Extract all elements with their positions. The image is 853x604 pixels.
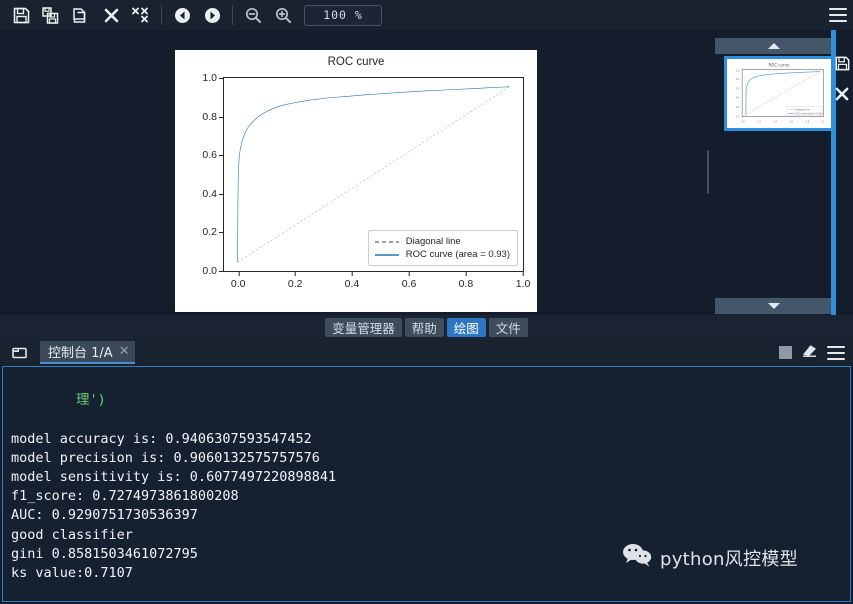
thumbnail-list: ROC curve 0.0 0.2 0.4 0.6 0.8 1.0 0.0 0.… — [715, 56, 834, 296]
y-tick-1: 0.2 — [202, 226, 223, 239]
chart-axes: 0.0 0.2 0.4 0.6 0.8 1.0 0.0 0.2 0.4 0.6 … — [202, 72, 530, 290]
console-line-0-text: 理') — [76, 392, 106, 409]
console-line-4: f1_score: 0.7274973861800208 — [11, 488, 239, 505]
chart-legend: Diagonal line ROC curve (area = 0.93) — [367, 230, 518, 266]
console-options-menu-icon[interactable] — [827, 345, 845, 360]
next-icon[interactable] — [197, 2, 227, 28]
browse-tabs-icon[interactable] — [6, 342, 32, 364]
console-header: 控制台 1/A ✕ — [0, 339, 853, 366]
y-tick-0: 0.0 — [202, 265, 223, 277]
thumbnail-preview-image: ROC curve 0.0 0.2 0.4 0.6 0.8 1.0 0.0 0.… — [727, 59, 831, 128]
console-tab-close-icon[interactable]: ✕ — [119, 344, 130, 359]
svg-text:Diagonal line: Diagonal line — [796, 109, 811, 112]
y-tick-2: 0.4 — [202, 187, 223, 200]
plot-side-actions — [831, 30, 853, 315]
copy-icon[interactable] — [66, 2, 96, 28]
save-icon[interactable] — [6, 2, 36, 28]
legend-key-solid — [374, 250, 400, 260]
legend-key-dashed — [374, 237, 400, 247]
tab-help[interactable]: 帮助 — [404, 317, 444, 337]
plots-toolbar: 100 % — [0, 0, 853, 30]
plots-options-menu-icon[interactable] — [829, 8, 847, 22]
console-line-5: AUC: 0.9290751730536397 — [11, 507, 198, 524]
chart-title: ROC curve — [327, 56, 385, 68]
stop-icon[interactable] — [779, 346, 792, 359]
svg-text:0.2: 0.2 — [757, 120, 761, 123]
thumbnail-scroll-up-button[interactable] — [715, 38, 833, 54]
zoom-in-icon[interactable] — [268, 2, 298, 28]
svg-text:1.0: 1.0 — [821, 120, 825, 123]
console-header-actions — [779, 343, 853, 363]
svg-text:0.8: 0.8 — [736, 78, 740, 81]
console-line-2: model precision is: 0.9060132575757576 — [11, 449, 320, 466]
legend-label-diagonal: Diagonal line — [405, 236, 461, 247]
close-plot-icon[interactable] — [833, 85, 851, 103]
y-tick-4: 0.8 — [202, 110, 223, 123]
wechat-icon — [622, 543, 652, 572]
y-tick-3: 0.6 — [202, 149, 223, 162]
chevron-down-icon — [768, 303, 780, 309]
tab-plots[interactable]: 绘图 — [446, 317, 486, 337]
watermark: python风控模型 — [622, 543, 798, 572]
console-line-0: 理') — [11, 372, 850, 430]
previous-icon[interactable] — [167, 2, 197, 28]
legend-label-roc: ROC curve (area = 0.93) — [405, 249, 510, 260]
svg-text:ROC curve (area = 0.93): ROC curve (area = 0.93) — [796, 112, 823, 115]
svg-text:0.4: 0.4 — [773, 120, 777, 123]
close-icon[interactable] — [96, 2, 126, 28]
x-tick-1: 0.2 — [287, 272, 303, 290]
y-tick-5: 1.0 — [202, 72, 223, 84]
zoom-out-icon[interactable] — [238, 2, 268, 28]
svg-text:0.6: 0.6 — [736, 87, 740, 90]
console-line-3: model sensitivity is: 0.6077497220898841 — [11, 469, 337, 486]
svg-text:0.0: 0.0 — [741, 120, 745, 123]
legend-entry-diagonal: Diagonal line — [374, 235, 510, 248]
x-tick-2: 0.4 — [344, 272, 360, 290]
plot-display-area: ROC curve 0.0 0.2 0.4 0.6 0.8 1.0 0.0 0.… — [0, 30, 705, 315]
toolbar-separator-2 — [232, 5, 233, 25]
svg-text:0.0: 0.0 — [736, 116, 740, 119]
tab-variable-explorer[interactable]: 变量管理器 — [325, 317, 402, 337]
svg-text:0.4: 0.4 — [736, 97, 740, 100]
console-tab-label: 控制台 1/A — [48, 346, 113, 361]
x-tick-5: 1.0 — [515, 272, 531, 290]
svg-text:0.6: 0.6 — [789, 120, 793, 123]
svg-text:1.0: 1.0 — [736, 69, 740, 72]
roc-figure[interactable]: ROC curve 0.0 0.2 0.4 0.6 0.8 1.0 0.0 0.… — [175, 50, 537, 312]
thumbnail-scroll-down-button[interactable] — [715, 298, 833, 314]
close-all-icon[interactable] — [126, 2, 156, 28]
clear-console-icon[interactable] — [801, 343, 818, 363]
legend-entry-roc: ROC curve (area = 0.93) — [374, 248, 510, 261]
zoom-level-input[interactable]: 100 % — [304, 4, 382, 26]
save-all-icon[interactable] — [36, 2, 66, 28]
x-tick-0: 0.0 — [230, 272, 246, 290]
console-line-1: model accuracy is: 0.9406307593547452 — [11, 430, 312, 447]
svg-text:0.8: 0.8 — [806, 120, 810, 123]
thumbnail-scroll-region: ROC curve 0.0 0.2 0.4 0.6 0.8 1.0 0.0 0.… — [711, 34, 836, 315]
console-line-6: good classifier — [11, 526, 133, 543]
save-plot-icon[interactable] — [833, 54, 851, 72]
app-window: 100 % ROC curve 0.0 0.2 0.4 0.6 0.8 1.0 … — [0, 0, 853, 604]
plot-thumbnail-roc[interactable]: ROC curve 0.0 0.2 0.4 0.6 0.8 1.0 0.0 0.… — [724, 56, 834, 131]
x-tick-4: 0.8 — [458, 272, 474, 290]
svg-text:ROC curve: ROC curve — [768, 63, 790, 68]
toolbar-separator-1 — [161, 5, 162, 25]
plots-thumbnail-panel: ROC curve 0.0 0.2 0.4 0.6 0.8 1.0 0.0 0.… — [705, 30, 853, 315]
pane-tab-bar: 变量管理器 帮助 绘图 文件 — [0, 315, 853, 339]
console-tab[interactable]: 控制台 1/A ✕ — [40, 341, 135, 364]
tab-files[interactable]: 文件 — [488, 317, 528, 337]
x-tick-3: 0.6 — [401, 272, 417, 290]
watermark-text: python风控模型 — [660, 548, 798, 570]
svg-text:0.2: 0.2 — [736, 106, 740, 109]
chevron-up-icon — [768, 43, 780, 49]
